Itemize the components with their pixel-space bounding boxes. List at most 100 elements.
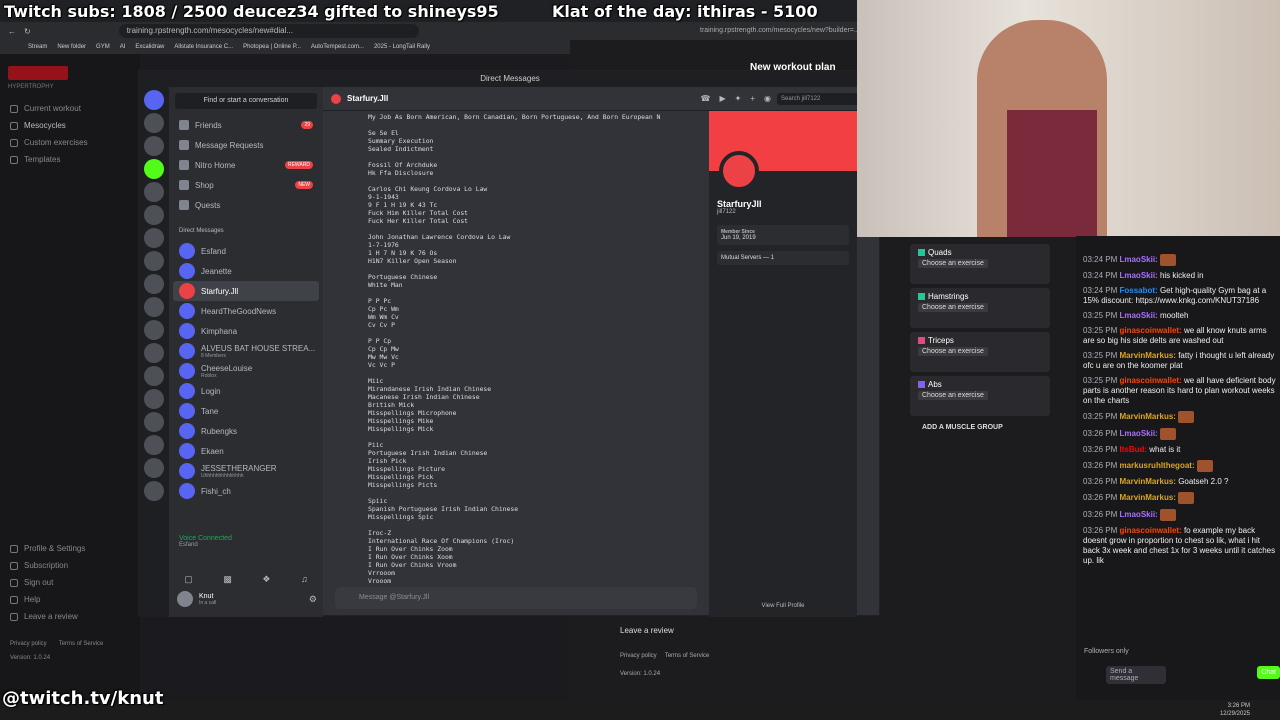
nav-help[interactable]: Help [0, 591, 140, 608]
chat-username[interactable]: markusruhlthegoat: [1119, 461, 1194, 470]
dm-search-input[interactable]: Find or start a conversation [175, 93, 317, 109]
right-url-field[interactable]: training.rpstrength.com/mesocycles/new?b… [570, 22, 857, 40]
chat-username[interactable]: MarvinMarkus: [1119, 477, 1175, 486]
dm-item[interactable]: Login [169, 381, 323, 401]
server-icon[interactable] [144, 320, 164, 340]
dm-item[interactable]: Rubengks [169, 421, 323, 441]
nav-custom-exercises[interactable]: Custom exercises [0, 134, 140, 151]
bookmark[interactable]: GYM [96, 44, 110, 50]
url-field[interactable]: training.rpstrength.com/mesocycles/new#d… [118, 24, 419, 38]
nav-leave-review[interactable]: Leave a review [0, 608, 140, 625]
nav-current-workout[interactable]: Current workout [0, 100, 140, 117]
settings-gear-icon[interactable]: ⚙ [309, 594, 317, 605]
bookmark[interactable]: Stream [28, 44, 47, 50]
user-avatar[interactable] [177, 591, 193, 607]
profile-icon[interactable]: ◉ [764, 94, 771, 103]
server-icon[interactable] [144, 274, 164, 294]
bookmark[interactable]: New folder [57, 44, 86, 50]
chat-username[interactable]: LmaoSkii: [1119, 271, 1157, 280]
view-full-profile-link[interactable]: View Full Profile [709, 603, 857, 609]
activity-icon[interactable]: ❖ [262, 574, 270, 585]
nav-sign-out[interactable]: Sign out [0, 574, 140, 591]
server-icon[interactable] [144, 205, 164, 225]
menu-shop[interactable]: Shop NEW [169, 175, 323, 195]
camera-icon[interactable]: ▢ [184, 574, 193, 585]
leave-review-link[interactable]: Leave a review [596, 626, 736, 635]
dm-item[interactable]: HeardTheGoodNews [169, 301, 323, 321]
dm-item[interactable]: Kimphana [169, 321, 323, 341]
choose-exercise-button[interactable]: Choose an exercise [918, 303, 988, 312]
choose-exercise-button[interactable]: Choose an exercise [918, 259, 988, 268]
server-icon[interactable] [144, 251, 164, 271]
server-icon[interactable] [144, 389, 164, 409]
terms-link[interactable]: Terms of Service [665, 653, 710, 659]
server-icon[interactable] [144, 343, 164, 363]
bookmark[interactable]: Photopea | Online P... [243, 44, 301, 50]
server-icon[interactable] [144, 159, 164, 179]
bookmark[interactable]: Excalidraw [135, 44, 164, 50]
menu-message-requests[interactable]: Message Requests [169, 135, 323, 155]
chat-username[interactable]: LmaoSkii: [1119, 429, 1157, 438]
server-icon[interactable] [144, 412, 164, 432]
bookmark[interactable]: 2025 - LongTail Rally [374, 44, 430, 50]
back-icon[interactable]: ← [8, 27, 16, 36]
menu-nitro-home[interactable]: Nitro Home REWARD [169, 155, 323, 175]
server-icon[interactable] [144, 481, 164, 501]
chat-username[interactable]: MarvinMarkus: [1119, 493, 1175, 502]
discord-home-icon[interactable] [144, 90, 164, 110]
privacy-link[interactable]: Privacy policy [10, 641, 47, 647]
call-icon[interactable]: ☎ [701, 94, 711, 103]
add-friend-icon[interactable]: + [750, 94, 755, 103]
chat-username[interactable]: Fossabot: [1119, 286, 1157, 295]
dm-item[interactable]: Tane [169, 401, 323, 421]
dm-item[interactable]: Jeanette [169, 261, 323, 281]
dm-item[interactable]: Ekaen [169, 441, 323, 461]
nav-subscription[interactable]: Subscription [0, 557, 140, 574]
chat-send-button[interactable]: Chat [1257, 666, 1280, 679]
privacy-link[interactable]: Privacy policy [620, 653, 657, 659]
video-icon[interactable]: ▶ [719, 94, 725, 103]
menu-quests[interactable]: Quests [169, 195, 323, 215]
server-icon[interactable] [144, 297, 164, 317]
chat-username[interactable]: LmaoSkii: [1119, 510, 1157, 519]
screen-share-icon[interactable]: ▩ [223, 574, 232, 585]
nav-profile-settings[interactable]: Profile & Settings [0, 540, 140, 557]
dm-item-selected[interactable]: Starfury.Jll [173, 281, 319, 301]
bookmark[interactable]: Allstate Insurance C... [174, 44, 233, 50]
chat-username[interactable]: MarvinMarkus: [1119, 412, 1175, 421]
bookmark[interactable]: AI [120, 44, 126, 50]
dm-item[interactable]: CheeseLouise Roblox [169, 361, 323, 381]
chat-username[interactable]: MarvinMarkus: [1119, 351, 1175, 360]
dm-item[interactable]: ALVEUS BAT HOUSE STREA... 8 Members [169, 341, 323, 361]
server-icon[interactable] [144, 366, 164, 386]
soundboard-icon[interactable]: ♫ [301, 574, 308, 584]
pin-icon[interactable]: ✦ [735, 94, 742, 103]
server-icon[interactable] [144, 435, 164, 455]
server-icon[interactable] [144, 228, 164, 248]
mutual-servers[interactable]: Mutual Servers — 1 [717, 251, 849, 265]
choose-exercise-button[interactable]: Choose an exercise [918, 391, 988, 400]
bookmark[interactable]: AutoTempest.com... [311, 44, 364, 50]
chat-username[interactable]: ItsBud: [1119, 445, 1147, 454]
server-icon[interactable] [144, 136, 164, 156]
dm-item[interactable]: Fishi_ch [169, 481, 323, 501]
choose-exercise-button[interactable]: Choose an exercise [918, 347, 988, 356]
nav-mesocycles[interactable]: Mesocycles [0, 117, 140, 134]
voice-channel[interactable]: Esfand [179, 542, 232, 548]
chat-username[interactable]: ginascoinwallet: [1119, 376, 1181, 385]
message-input[interactable]: Message @Starfury.Jll [335, 587, 697, 609]
server-icon[interactable] [144, 113, 164, 133]
chat-username[interactable]: LmaoSkii: [1119, 255, 1157, 264]
add-muscle-group-button[interactable]: ADD A MUSCLE GROUP [910, 420, 1050, 435]
terms-link[interactable]: Terms of Service [59, 641, 104, 647]
dm-item[interactable]: Esfand [169, 241, 323, 261]
chat-input[interactable]: Send a message [1106, 666, 1166, 684]
reload-icon[interactable]: ↻ [24, 27, 31, 36]
chat-username[interactable]: LmaoSkii: [1119, 311, 1157, 320]
server-icon[interactable] [144, 458, 164, 478]
nav-templates[interactable]: Templates [0, 151, 140, 168]
menu-friends[interactable]: Friends 29 [169, 115, 323, 135]
chat-username[interactable]: ginascoinwallet: [1119, 326, 1181, 335]
chat-username[interactable]: ginascoinwallet: [1119, 526, 1181, 535]
server-icon[interactable] [144, 182, 164, 202]
